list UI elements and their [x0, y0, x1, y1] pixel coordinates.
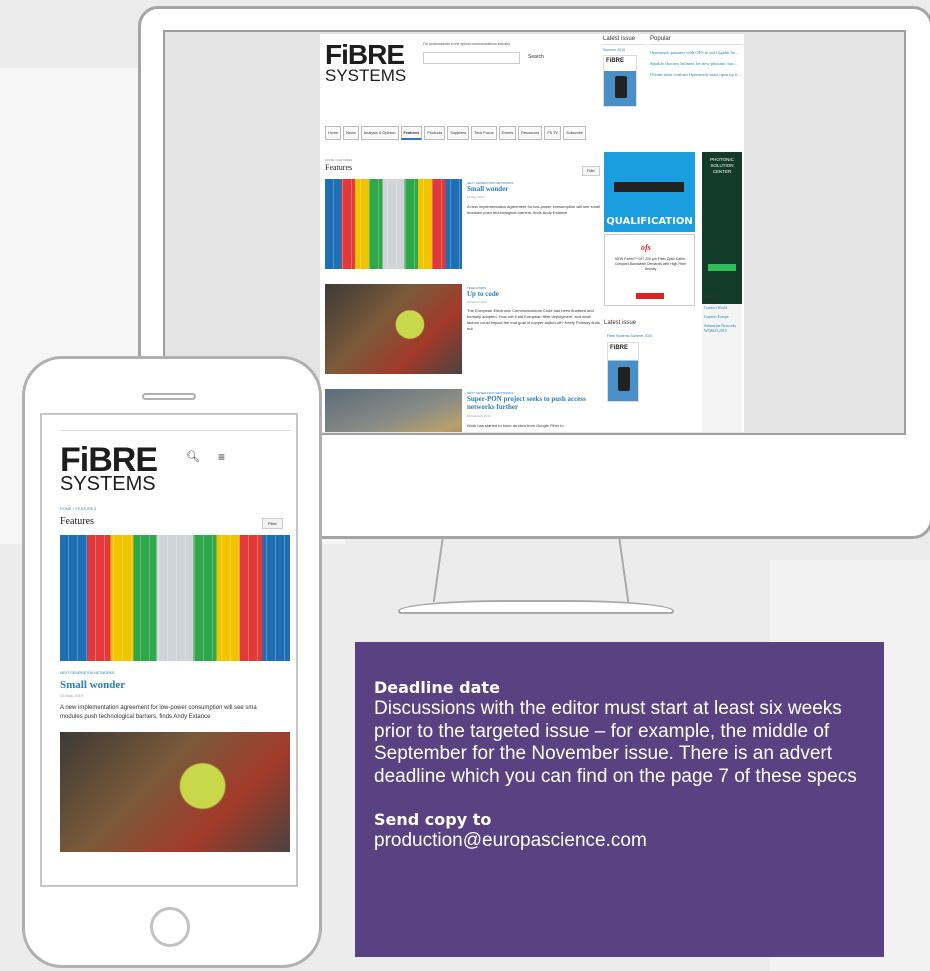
- article-image-worker[interactable]: [60, 732, 290, 852]
- page-title: Features: [60, 516, 94, 527]
- photonic-solution-ad[interactable]: PHOTONIC SOLUTION CENTER: [702, 152, 742, 312]
- breadcrumb[interactable]: HOME / FEATURES: [60, 507, 96, 511]
- qualification-ad[interactable]: QUALIFICATION: [604, 152, 695, 232]
- search-icon[interactable]: 🔍︎: [186, 450, 200, 463]
- article-summary: The European Electronic Communications C…: [467, 308, 600, 331]
- events-list: Connect World Connect Europe Submarine N…: [702, 304, 742, 432]
- phone-home-button[interactable]: [150, 907, 190, 947]
- deadline-text: Discussions with the editor must start a…: [374, 698, 857, 787]
- article-category[interactable]: NEXT GENERATION NETWORKS: [60, 671, 114, 675]
- article-title[interactable]: Super-PON project seeks to push access n…: [467, 395, 600, 411]
- latest-issue-link[interactable]: Summer 2019: [603, 48, 645, 52]
- filter-button[interactable]: Filter: [582, 166, 600, 176]
- article-image-worker[interactable]: [325, 284, 462, 374]
- magazine-cover[interactable]: FiBRE: [603, 55, 637, 107]
- deadline-heading: Deadline date: [374, 678, 500, 697]
- article-summary-line1: A new implementation agreement for low-p…: [60, 705, 257, 711]
- monitor-stand-right: [618, 536, 630, 602]
- filter-button[interactable]: Filter: [262, 518, 283, 529]
- article-date: 02 February 2019: [467, 414, 491, 418]
- article-image-datacenter[interactable]: [60, 535, 290, 661]
- latest-issue-link[interactable]: Fibre Systems Summer 2019: [607, 334, 652, 338]
- learn-more-button[interactable]: [636, 293, 664, 299]
- article-date: 23 May 2019: [467, 195, 485, 199]
- phone-graphic: [615, 76, 627, 98]
- popular-item[interactable]: Ofcom rules confirm Openreach must open …: [650, 72, 742, 78]
- event-item[interactable]: Connect Europe: [702, 313, 742, 322]
- article-date: 02 March 2019: [467, 300, 488, 304]
- nav-features[interactable]: Features: [400, 126, 423, 140]
- nav-events[interactable]: Events: [498, 126, 517, 140]
- nav-products[interactable]: Products: [424, 126, 446, 140]
- menu-icon[interactable]: ≡: [218, 450, 225, 464]
- nav-home[interactable]: Home: [325, 126, 342, 140]
- popular-heading: Popular: [650, 36, 742, 45]
- send-copy-heading: Send copy to: [374, 810, 492, 829]
- article-image-street[interactable]: [325, 389, 462, 432]
- event-item[interactable]: Submarine Networks WORLD 2019: [702, 322, 742, 336]
- search-button[interactable]: Search: [528, 54, 544, 60]
- magazine-cover[interactable]: FiBRE: [607, 342, 639, 402]
- ofs-ad[interactable]: ofs NEW Fortex™ DIT 200 µm Fiber Optic C…: [604, 234, 695, 306]
- events-heading: Events: [702, 294, 721, 300]
- popular-panel: Popular Openreach partners with OFS to a…: [650, 36, 742, 78]
- article-title[interactable]: Up to code: [467, 290, 499, 298]
- monitor-stand-base: [398, 600, 674, 614]
- site-logo[interactable]: FiBRE SYSTEMS: [325, 41, 415, 85]
- send-copy-email[interactable]: production@europascience.com: [374, 830, 862, 853]
- latest-issue-panel: Latest issue Summer 2019 FiBRE: [603, 36, 645, 107]
- search-input[interactable]: [423, 52, 520, 64]
- article-title[interactable]: Small wonder: [467, 185, 508, 193]
- specs-info-box: Deadline date Discussions with the edito…: [355, 642, 884, 957]
- phone-screen: FiBRE SYSTEMS 🔍︎ ≡ HOME / FEATURES Featu…: [40, 413, 298, 887]
- phone-graphic: [618, 367, 630, 391]
- site-logo[interactable]: FiBRE SYSTEMS: [60, 443, 158, 494]
- popular-item[interactable]: Openreach partners with OFS to aid Gigab…: [650, 50, 742, 56]
- article-date: 23 May 2019: [60, 693, 84, 698]
- phone-speaker: [142, 393, 196, 400]
- nav-tech-focus[interactable]: Tech Focus: [471, 126, 497, 140]
- article-summary: Work has started to hone an idea from Go…: [467, 423, 564, 428]
- latest-issue-heading: Latest issue: [603, 36, 645, 45]
- breadcrumb[interactable]: HOME / FEATURES: [325, 158, 352, 162]
- ad-button[interactable]: [708, 264, 736, 271]
- article-image-datacenter[interactable]: [325, 179, 462, 269]
- nav-subscribe[interactable]: Subscribe: [563, 126, 586, 140]
- article-summary-line2: modules push technological barriers, fin…: [60, 714, 211, 720]
- divider: [60, 430, 290, 431]
- site-tagline: For professionals in the optical communi…: [423, 42, 510, 46]
- popular-item[interactable]: Sparkle chooses Infinera for new photoni…: [650, 61, 742, 67]
- nav-news[interactable]: News: [343, 126, 359, 140]
- latest-issue-heading: Latest issue: [604, 320, 637, 326]
- article-title[interactable]: Small wonder: [60, 679, 125, 691]
- ofs-logo: ofs: [641, 243, 651, 252]
- device-graphic: [614, 182, 684, 192]
- article-summary: A new implementation agreement for low-p…: [467, 204, 600, 215]
- nav-analysis[interactable]: Analysis & Opinion: [360, 126, 399, 140]
- nav-suppliers[interactable]: Suppliers: [447, 126, 470, 140]
- monitor-stand-left: [432, 536, 444, 602]
- nav-fs-tv[interactable]: FS TV: [544, 126, 562, 140]
- desktop-website: FiBRE SYSTEMS For professionals in the o…: [320, 34, 744, 432]
- nav-resources[interactable]: Resources: [518, 126, 543, 140]
- main-nav: Home News Analysis & Opinion Features Pr…: [325, 126, 625, 140]
- event-item[interactable]: Connect World: [702, 304, 742, 313]
- page-title: Features: [325, 163, 353, 172]
